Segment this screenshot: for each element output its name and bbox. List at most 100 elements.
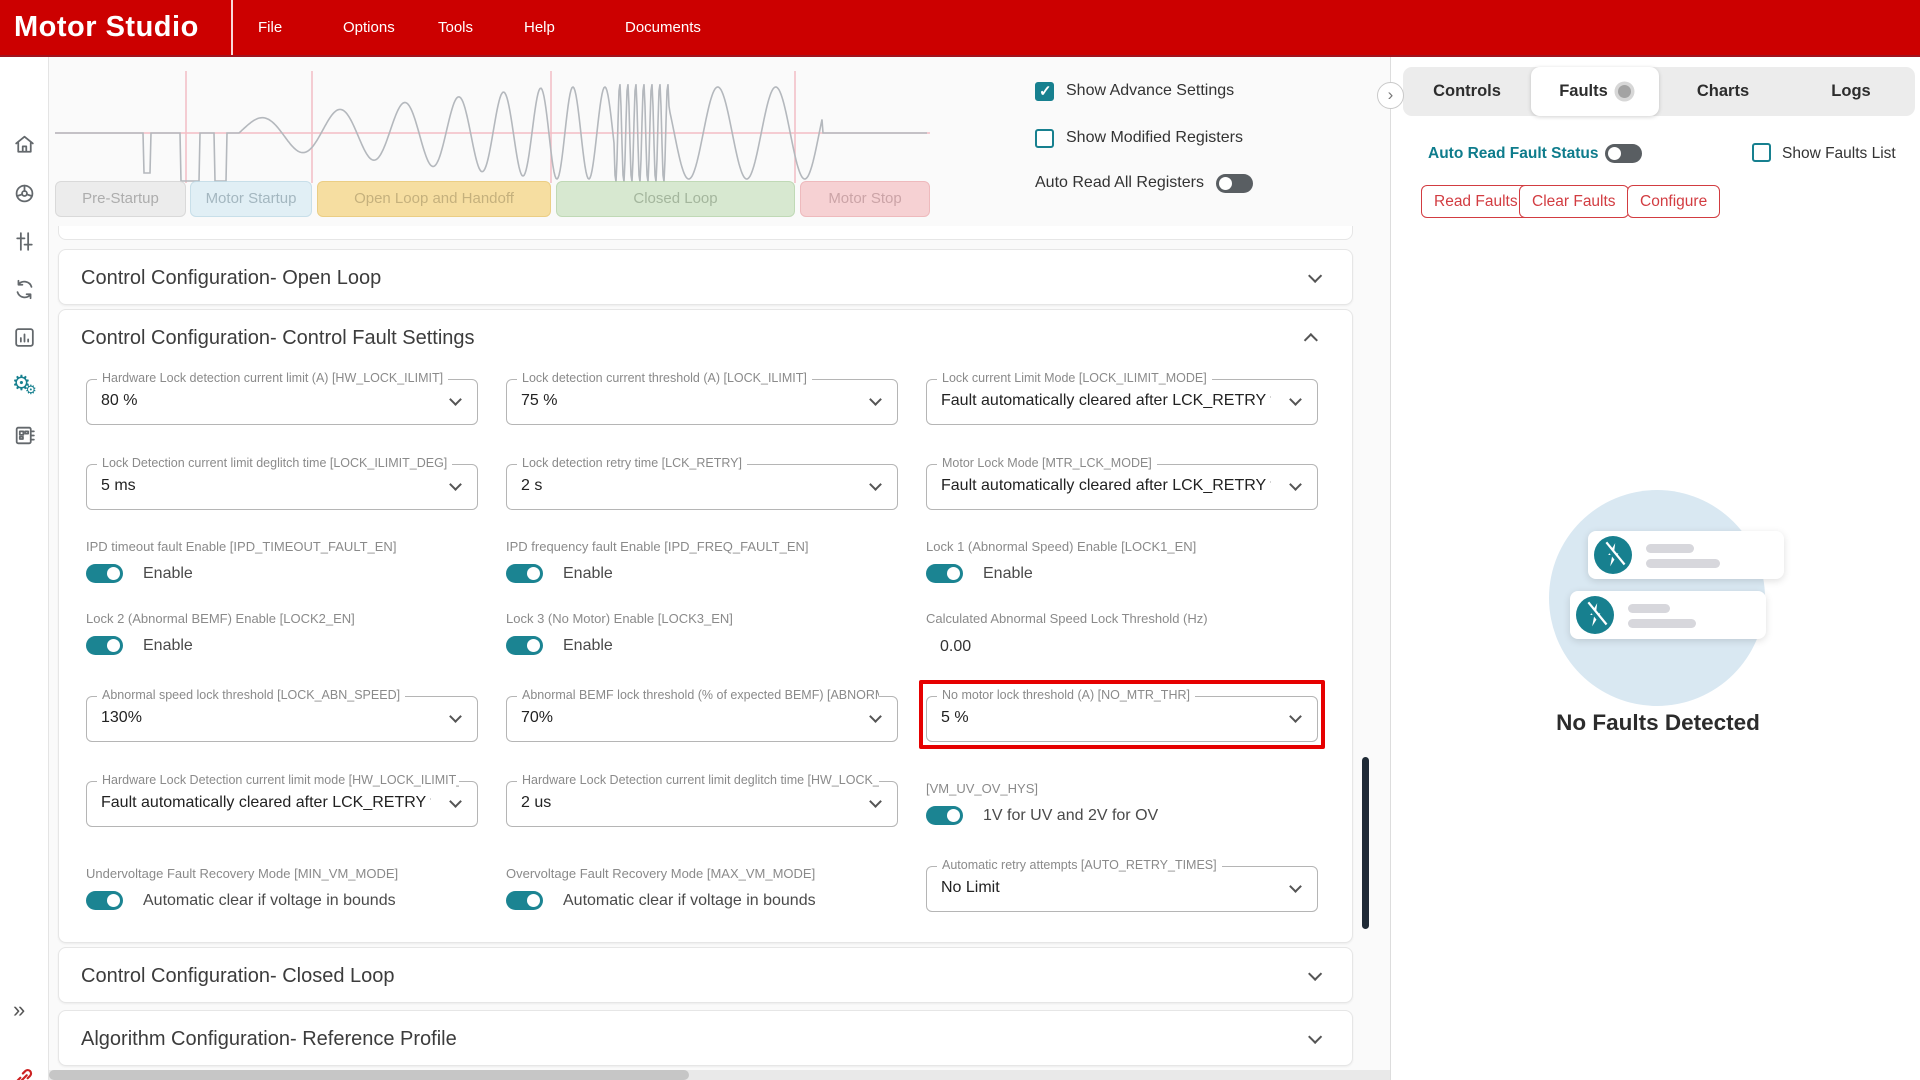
no-faults-detected-text: No Faults Detected: [1556, 710, 1760, 735]
field-lock-ilimit-mode[interactable]: Lock current Limit Mode [LOCK_ILIMIT_MOD…: [926, 371, 1318, 425]
accordion-reference-profile: Algorithm Configuration- Reference Profi…: [58, 1010, 1353, 1066]
expand-rail-icon[interactable]: »: [13, 997, 25, 1023]
clear-faults-button[interactable]: Clear Faults: [1519, 185, 1629, 218]
auto-read-fault-status-label: Auto Read Fault Status: [1428, 145, 1599, 162]
stage-motor-startup[interactable]: Motor Startup: [190, 181, 312, 217]
startup-waveform: [55, 71, 930, 183]
fault-off-icon: [1594, 536, 1632, 574]
right-panel: Controls Faults Charts Logs Auto Read Fa…: [1391, 57, 1920, 1080]
accordion-fault-settings-header[interactable]: Control Configuration- Control Fault Set…: [59, 310, 1352, 366]
link-icon[interactable]: [11, 1065, 37, 1080]
settings-gears-icon[interactable]: ⚙ ⚙: [12, 372, 37, 398]
show-faults-list-label: Show Faults List: [1782, 145, 1896, 162]
stage-pre-startup[interactable]: Pre-Startup: [55, 181, 186, 217]
toggle-vm-uv-ov-hys: [VM_UV_OV_HYS] 1V for UV and 2V for OV: [926, 781, 1159, 825]
header-separator: [231, 0, 233, 55]
accordion-reference-profile-header[interactable]: Algorithm Configuration- Reference Profi…: [59, 1011, 1352, 1067]
show-advance-settings-row: Show Advance Settings: [1035, 80, 1234, 102]
min-vm-mode-toggle[interactable]: [86, 891, 123, 910]
max-vm-mode-toggle[interactable]: [506, 891, 543, 910]
accordion-closed-loop-header[interactable]: Control Configuration- Closed Loop: [59, 948, 1352, 1004]
ipd-freq-fault-toggle[interactable]: [506, 564, 543, 583]
no-faults-illustration: [1549, 490, 1785, 716]
horizontal-scrollbar-thumb[interactable]: [49, 1070, 689, 1080]
chevron-down-icon: [1289, 393, 1302, 406]
accordion-open-loop-header[interactable]: Control Configuration- Open Loop: [59, 250, 1352, 306]
chevron-down-icon: [869, 393, 882, 406]
field-lck-retry[interactable]: Lock detection retry time [LCK_RETRY] 2 …: [506, 456, 898, 510]
show-modified-registers-row: Show Modified Registers: [1035, 127, 1243, 149]
ipd-timeout-fault-toggle[interactable]: [86, 564, 123, 583]
field-lock-ilimit[interactable]: Lock detection current threshold (A) [LO…: [506, 371, 898, 425]
toggle-min-vm-mode: Undervoltage Fault Recovery Mode [MIN_VM…: [86, 866, 399, 910]
home-icon[interactable]: [12, 132, 37, 157]
menu-documents[interactable]: Documents: [625, 0, 701, 55]
toggle-ipd-timeout-fault: IPD timeout fault Enable [IPD_TIMEOUT_FA…: [86, 539, 397, 583]
chevron-down-icon: [449, 478, 462, 491]
show-advance-settings-checkbox[interactable]: [1035, 81, 1054, 101]
accordion-closed-loop: Control Configuration- Closed Loop: [58, 947, 1353, 1003]
auto-read-all-registers-row: Auto Read All Registers: [1035, 172, 1253, 194]
field-hw-lock-ilimit-mode[interactable]: Hardware Lock Detection current limit mo…: [86, 773, 478, 827]
tune-controls-icon[interactable]: [12, 229, 37, 254]
tab-charts[interactable]: Charts: [1659, 67, 1787, 116]
accordion-fault-settings-title: Control Configuration- Control Fault Set…: [81, 326, 475, 349]
fault-status-dot: [1617, 85, 1631, 98]
field-hw-lock-ilimit[interactable]: Hardware Lock detection current limit (A…: [86, 371, 478, 425]
registers-chip-icon[interactable]: [12, 423, 37, 448]
right-panel-tabbar: Controls Faults Charts Logs: [1403, 67, 1915, 116]
accordion-fault-settings: Control Configuration- Control Fault Set…: [58, 309, 1353, 943]
tab-faults[interactable]: Faults: [1531, 67, 1659, 116]
stage-closed-loop[interactable]: Closed Loop: [556, 181, 795, 217]
chevron-down-icon: [1308, 1029, 1323, 1044]
toggle-lock3-en: Lock 3 (No Motor) Enable [LOCK3_EN] Enab…: [506, 611, 733, 655]
show-faults-list-checkbox[interactable]: [1752, 143, 1771, 162]
field-lock-abn-speed[interactable]: Abnormal speed lock threshold [LOCK_ABN_…: [86, 688, 478, 742]
accordion-open-loop: Control Configuration- Open Loop: [58, 249, 1353, 305]
auto-read-all-registers-toggle[interactable]: [1215, 173, 1253, 193]
chevron-down-icon: [1308, 268, 1323, 283]
horizontal-scrollbar[interactable]: [49, 1070, 1390, 1080]
lock1-en-toggle[interactable]: [926, 564, 963, 583]
fault-off-icon: [1576, 596, 1614, 634]
menu-options[interactable]: Options: [343, 0, 395, 55]
field-no-mtr-thr[interactable]: No motor lock threshold (A) [NO_MTR_THR]…: [919, 680, 1325, 749]
read-faults-button[interactable]: Read Faults: [1421, 185, 1531, 218]
chevron-down-icon: [869, 710, 882, 723]
tab-controls[interactable]: Controls: [1403, 67, 1531, 116]
menu-file[interactable]: File: [258, 0, 282, 55]
motor-studio-window: Motor Studio File Options Tools Help Doc…: [0, 0, 1920, 1080]
sync-icon[interactable]: [12, 277, 37, 302]
accordion-reference-profile-title: Algorithm Configuration- Reference Profi…: [81, 1027, 457, 1050]
chevron-down-icon: [869, 478, 882, 491]
toggle-max-vm-mode: Overvoltage Fault Recovery Mode [MAX_VM_…: [506, 866, 816, 910]
vm-uv-ov-hys-toggle[interactable]: [926, 806, 963, 825]
field-lock-ilimit-deg[interactable]: Lock Detection current limit deglitch ti…: [86, 456, 478, 510]
collapse-panel-button[interactable]: ›: [1377, 82, 1404, 109]
accordion-open-loop-title: Control Configuration- Open Loop: [81, 266, 382, 289]
show-modified-registers-checkbox[interactable]: [1035, 128, 1054, 148]
menu-tools[interactable]: Tools: [438, 0, 473, 55]
show-advance-settings-label: Show Advance Settings: [1066, 82, 1235, 99]
field-auto-retry-times[interactable]: Automatic retry attempts [AUTO_RETRY_TIM…: [926, 858, 1318, 912]
auto-read-fault-status-toggle[interactable]: [1605, 144, 1642, 163]
motor-icon[interactable]: [12, 181, 37, 206]
stage-motor-stop[interactable]: Motor Stop: [800, 181, 930, 217]
chevron-down-icon: [1289, 880, 1302, 893]
field-abnormal-bemf-threshold[interactable]: Abnormal BEMF lock threshold (% of expec…: [506, 688, 898, 742]
show-modified-registers-label: Show Modified Registers: [1066, 129, 1243, 146]
chevron-down-icon: [1289, 478, 1302, 491]
menu-help[interactable]: Help: [524, 0, 555, 55]
configure-button[interactable]: Configure: [1627, 185, 1721, 218]
chevron-down-icon: [869, 795, 882, 808]
charts-box-icon[interactable]: [12, 325, 37, 350]
vertical-scrollbar-thumb[interactable]: [1362, 757, 1369, 929]
tab-logs[interactable]: Logs: [1787, 67, 1915, 116]
chevron-down-icon: [449, 710, 462, 723]
lock3-en-toggle[interactable]: [506, 636, 543, 655]
stage-open-loop-handoff[interactable]: Open Loop and Handoff: [317, 181, 551, 217]
field-hw-lock-ilimit-deg[interactable]: Hardware Lock Detection current limit de…: [506, 773, 898, 827]
field-mtr-lck-mode[interactable]: Motor Lock Mode [MTR_LCK_MODE] Fault aut…: [926, 456, 1318, 510]
chevron-down-icon: [1289, 710, 1302, 723]
lock2-en-toggle[interactable]: [86, 636, 123, 655]
